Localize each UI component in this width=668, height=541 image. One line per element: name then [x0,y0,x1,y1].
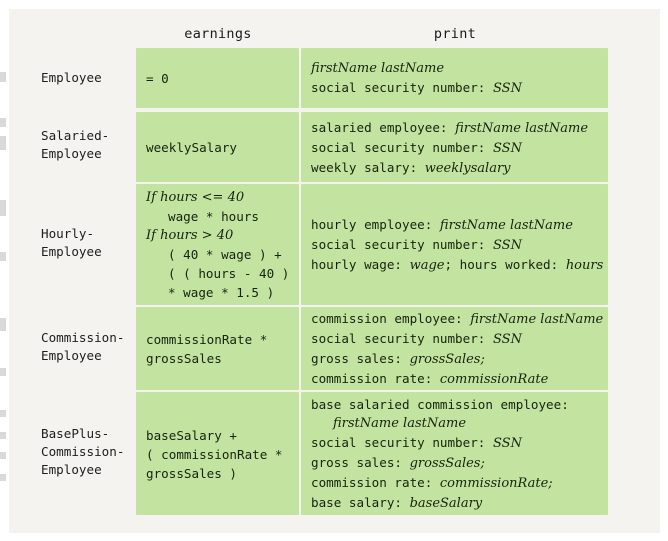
cell-text-line: hourly wage: wage; hours worked: hours [311,257,604,273]
cell-text-line: baseSalary + [146,427,237,443]
earnings-cell-content: = 0 [146,57,289,100]
earnings-cell-content: commissionRate * grossSales [146,316,289,382]
print-cell: salaried employee: firstName lastName soc… [301,112,608,182]
cell-text-line: commission rate: commissionRate [311,371,549,387]
parameter-placeholder: weeklysalary [424,160,511,176]
cell-text-line: If hours > 40 [146,228,234,243]
cell-text-line: If hours <= 40 [146,190,245,205]
cell-text-line: commission rate: commissionRate; [311,475,553,491]
parameter-placeholder: SSN [492,332,522,347]
cell-text-line: hourly employee: firstName lastName [311,217,573,233]
column-header-print: print [433,26,477,42]
cell-text-line: social security number: SSN [311,331,522,347]
cell-text-line: base salaried commission employee: [311,397,569,412]
earnings-cell: commissionRate * grossSales [136,307,299,390]
cell-text-line: commission employee: firstName lastName [311,311,604,327]
cell-text-line: social security number: SSN [311,80,522,96]
cell-text-line: base salary: baseSalary [311,495,483,511]
parameter-placeholder: hours [565,258,604,273]
parameter-placeholder: SSN [492,81,522,96]
parameter-placeholder: wage [409,258,445,273]
parameter-placeholder: firstName lastName [439,218,573,233]
row-label-class-name: BasePlus- Commission- Employee [41,425,125,477]
cell-text-line: = 0 [146,71,169,86]
print-cell-content: base salaried commission employee: firstN… [311,397,598,511]
cell-text-line: grossSales ) [146,465,237,481]
cell-text-line: weeklySalary [146,140,237,155]
parameter-placeholder: grossSales; [409,456,485,471]
row-label-class-name: Salaried- Employee [41,128,110,161]
print-cell: base salaried commission employee: firstN… [301,392,608,515]
parameter-placeholder: SSN [492,238,522,253]
earnings-cell: baseSalary + ( commissionRate * grossSales… [136,392,299,515]
print-cell: commission employee: firstName lastName s… [301,307,608,390]
parameter-placeholder: firstName lastName [470,312,604,327]
cell-text-line: social security number: SSN [311,237,522,253]
row-label-class-name: Commission- Employee [41,329,125,363]
cell-text-line: * wage * 1.5 ) [168,285,275,300]
print-cell-content: hourly employee: firstName lastName socia… [311,193,604,297]
parameter-placeholder: commissionRate; [439,476,553,491]
cell-text-line: gross sales: grossSales; [311,455,485,471]
table-row: baseSalary + ( commissionRate * grossSales… [136,392,608,515]
earnings-cell-content: If hours <= 40 wage * hours If hours > 40 (… [146,190,290,300]
parameter-placeholder: commissionRate [439,372,549,387]
print-cell-content: firstName lastName social security number… [311,57,598,100]
cell-text-line: firstName lastName [311,61,445,76]
print-cell: hourly employee: firstName lastName socia… [301,184,608,305]
cell-text-line: wage * hours [168,209,259,224]
cell-text-line: firstName lastName [333,416,467,431]
cell-text-line: grossSales [146,351,222,366]
polymorphism-interface-table-figure: earnings print = 0 firstName lastName soci… [0,0,668,541]
cell-text-line: ( ( hours - 40 ) [168,266,290,281]
cell-text-line: salaried employee: firstName lastName [311,119,589,136]
parameter-placeholder: firstName lastName [455,120,589,136]
parameter-placeholder: SSN [492,436,522,451]
table-row: commissionRate * grossSales commission emp… [136,307,608,390]
table-row: weeklySalary salaried employee: firstName… [136,112,608,182]
cell-text-line: commissionRate * [146,332,268,347]
parameter-placeholder: baseSalary [409,496,483,511]
cell-text-line: ( commissionRate * [146,446,283,462]
print-cell: firstName lastName social security number… [301,48,608,108]
row-label-class-name: Hourly- Employee [41,225,102,259]
print-cell-content: commission employee: firstName lastName s… [311,311,603,387]
cell-text-line: social security number: SSN [311,139,522,156]
row-label-class-name: Employee [41,70,102,85]
cell-text-line: social security number: SSN [311,435,522,451]
cell-text-line: gross sales: grossSales; [311,351,485,367]
print-cell-content: salaried employee: firstName lastName soc… [311,119,598,176]
earnings-cell: If hours <= 40 wage * hours If hours > 40 (… [136,184,299,305]
earnings-cell-content: weeklySalary [146,121,289,174]
method-implementation-table: = 0 firstName lastName social security num… [136,48,608,515]
parameter-placeholder: grossSales; [409,352,485,367]
earnings-cell: weeklySalary [136,112,299,182]
cell-text-line: weekly salary: weeklysalary [311,159,511,176]
earnings-cell: = 0 [136,48,299,108]
table-row: = 0 firstName lastName social security num… [136,48,608,108]
column-header-earnings: earnings [184,26,252,42]
parameter-placeholder: SSN [492,140,522,156]
table-row: If hours <= 40 wage * hours If hours > 40 (… [136,184,608,305]
scanned-page: earnings print = 0 firstName lastName soci… [0,0,668,541]
cell-text-line: ( 40 * wage ) + [168,247,282,262]
earnings-cell-content: baseSalary + ( commissionRate * grossSales… [146,401,289,507]
